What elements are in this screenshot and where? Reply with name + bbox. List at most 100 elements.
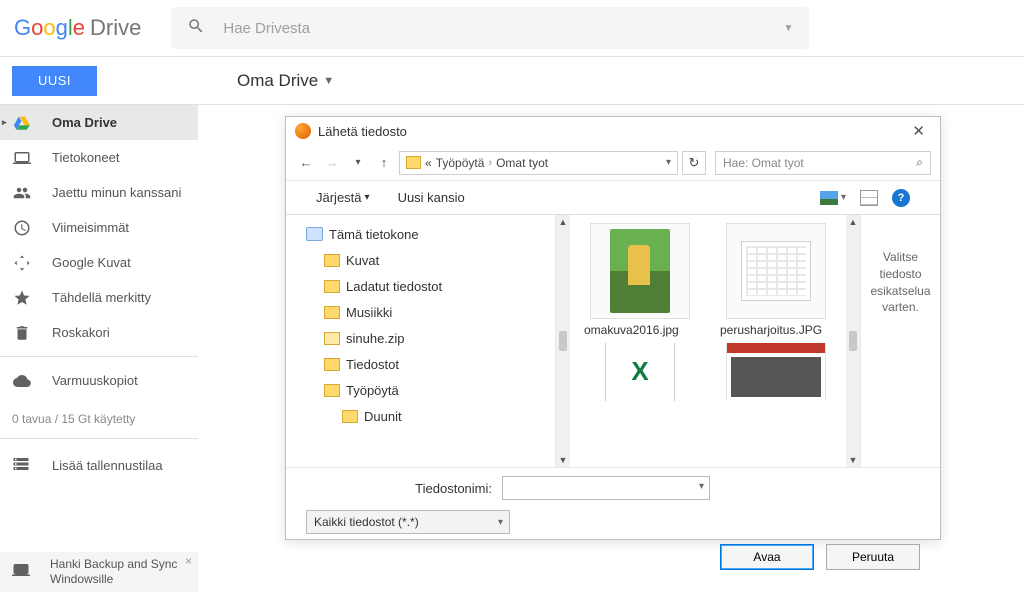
file-thumbnail: X — [590, 343, 690, 401]
help-icon[interactable]: ? — [892, 189, 910, 207]
trash-icon — [12, 323, 32, 343]
new-button[interactable]: UUSI — [12, 66, 97, 96]
computers-icon — [12, 148, 32, 168]
dialog-nav: ← → ▾ ↑ « Työpöytä › Omat tyot ▾ ↻ Hae: … — [286, 145, 940, 181]
firefox-icon — [295, 123, 311, 139]
file-thumbnail — [726, 223, 826, 319]
tree-item[interactable]: Kuvat — [306, 247, 555, 273]
search-icon — [187, 17, 205, 40]
sort-dropdown[interactable]: Järjestä ▾ — [316, 190, 370, 205]
filetype-select[interactable]: Kaikki tiedostot (*.*) — [306, 510, 510, 534]
breadcrumb[interactable]: Oma Drive ▼ — [237, 71, 334, 91]
tree-item[interactable]: Ladatut tiedostot — [306, 273, 555, 299]
logo-drive-text: Drive — [90, 15, 141, 41]
history-caret-icon[interactable]: ▾ — [347, 157, 369, 168]
sidebar-item-label: Google Kuvat — [52, 255, 131, 270]
chevron-down-icon: ▼ — [323, 75, 334, 87]
dialog-titlebar: Lähetä tiedosto ✕ — [286, 117, 940, 145]
file-thumbnail — [726, 343, 826, 401]
chevron-down-icon[interactable]: ▾ — [666, 157, 671, 168]
search-options-caret[interactable]: ▼ — [783, 23, 793, 34]
app-header: Google Drive Hae Drivesta ▼ — [0, 0, 1024, 57]
folder-tree: Tämä tietokone Kuvat Ladatut tiedostot M… — [286, 215, 556, 467]
dialog-title-text: Lähetä tiedosto — [318, 124, 407, 139]
chevron-down-icon: ▾ — [365, 192, 370, 203]
file-item[interactable]: omakuva2016.jpg — [580, 223, 700, 339]
sidebar-item-computers[interactable]: Tietokoneet — [0, 140, 198, 175]
view-mode-icon[interactable]: ▾ — [820, 191, 846, 205]
back-icon[interactable]: ← — [295, 155, 317, 170]
filename-input[interactable]: ▾ — [502, 476, 710, 500]
refresh-icon[interactable]: ↻ — [682, 151, 706, 175]
file-upload-dialog: Lähetä tiedosto ✕ ← → ▾ ↑ « Työpöytä › O… — [285, 116, 941, 540]
folder-icon — [324, 306, 340, 319]
file-thumbnail — [590, 223, 690, 319]
storage-usage-text: 0 tavua / 15 Gt käytetty — [0, 398, 198, 432]
cancel-button[interactable]: Peruuta — [826, 544, 920, 570]
close-icon[interactable]: ✕ — [906, 122, 931, 140]
tree-item-this-pc[interactable]: Tämä tietokone — [306, 221, 555, 247]
folder-icon — [406, 156, 421, 169]
up-icon[interactable]: ↑ — [373, 155, 395, 170]
file-list: omakuva2016.jpg perusharjoitus.JPG X — [570, 215, 846, 467]
folder-icon — [324, 254, 340, 267]
folder-icon — [324, 358, 340, 371]
sidebar-item-label: Varmuuskopiot — [52, 373, 138, 388]
tree-item[interactable]: Tiedostot — [306, 351, 555, 377]
sidebar-item-photos[interactable]: Google Kuvat — [0, 245, 198, 280]
photos-icon — [12, 253, 32, 273]
shared-icon — [12, 183, 32, 203]
second-bar: UUSI Oma Drive ▼ — [0, 57, 1024, 105]
drive-icon — [12, 113, 32, 133]
sidebar-divider — [0, 438, 198, 439]
search-icon: ⌕ — [916, 155, 923, 170]
sidebar-item-label: Oma Drive — [52, 115, 117, 130]
dialog-search-input[interactable]: Hae: Omat tyot ⌕ — [715, 151, 931, 175]
tree-scrollbar[interactable]: ▲▼ — [556, 215, 570, 467]
search-placeholder: Hae Drivesta — [223, 20, 783, 37]
folder-icon — [324, 280, 340, 293]
computer-icon — [306, 227, 323, 241]
sidebar-item-label: Roskakori — [52, 325, 110, 340]
sidebar-item-recent[interactable]: Viimeisimmät — [0, 210, 198, 245]
open-button[interactable]: Avaa — [720, 544, 814, 570]
filename-label: Tiedostonimi: — [306, 481, 492, 496]
sidebar-item-shared[interactable]: Jaettu minun kanssani — [0, 175, 198, 210]
cloud-icon — [12, 371, 32, 391]
sidebar-item-label: Viimeisimmät — [52, 220, 129, 235]
sidebar-item-backups[interactable]: Varmuuskopiot — [0, 363, 198, 398]
file-item[interactable]: X — [580, 343, 700, 405]
sidebar-divider — [0, 356, 198, 357]
more-storage-link[interactable]: Lisää tallennustilaa — [0, 445, 198, 486]
sidebar-item-trash[interactable]: Roskakori — [0, 315, 198, 350]
recent-icon — [12, 218, 32, 238]
tree-item[interactable]: Työpöytä — [306, 377, 555, 403]
google-drive-logo[interactable]: Google Drive — [14, 15, 141, 41]
tree-item[interactable]: sinuhe.zip — [306, 325, 555, 351]
files-scrollbar[interactable]: ▲▼ — [846, 215, 860, 467]
zip-icon — [324, 332, 340, 345]
dialog-bottom: Tiedostonimi: ▾ Kaikki tiedostot (*.*) A… — [286, 467, 940, 539]
sidebar-item-starred[interactable]: Tähdellä merkitty — [0, 280, 198, 315]
chevron-down-icon[interactable]: ▾ — [699, 481, 704, 492]
search-bar[interactable]: Hae Drivesta ▼ — [171, 7, 809, 49]
preview-pane-icon[interactable] — [860, 190, 878, 206]
close-icon[interactable]: × — [185, 554, 192, 569]
file-item[interactable] — [716, 343, 836, 405]
new-folder-button[interactable]: Uusi kansio — [398, 190, 465, 205]
folder-icon — [342, 410, 358, 423]
backup-sync-tip[interactable]: Hanki Backup and Sync Windowsille × — [0, 552, 198, 592]
tree-item[interactable]: Duunit — [306, 403, 555, 429]
preview-pane: Valitse tiedosto esikatselua varten. — [860, 215, 940, 467]
file-item[interactable]: perusharjoitus.JPG — [716, 223, 836, 339]
address-bar[interactable]: « Työpöytä › Omat tyot ▾ — [399, 151, 678, 175]
storage-icon — [12, 455, 32, 476]
laptop-icon — [12, 561, 30, 583]
forward-icon: → — [321, 155, 343, 170]
sidebar-item-label: Tähdellä merkitty — [52, 290, 151, 305]
folder-icon — [324, 384, 340, 397]
tree-item[interactable]: Musiikki — [306, 299, 555, 325]
sidebar-item-my-drive[interactable]: Oma Drive — [0, 105, 198, 140]
sidebar: Oma Drive Tietokoneet Jaettu minun kanss… — [0, 105, 198, 592]
sidebar-item-label: Jaettu minun kanssani — [52, 185, 181, 200]
